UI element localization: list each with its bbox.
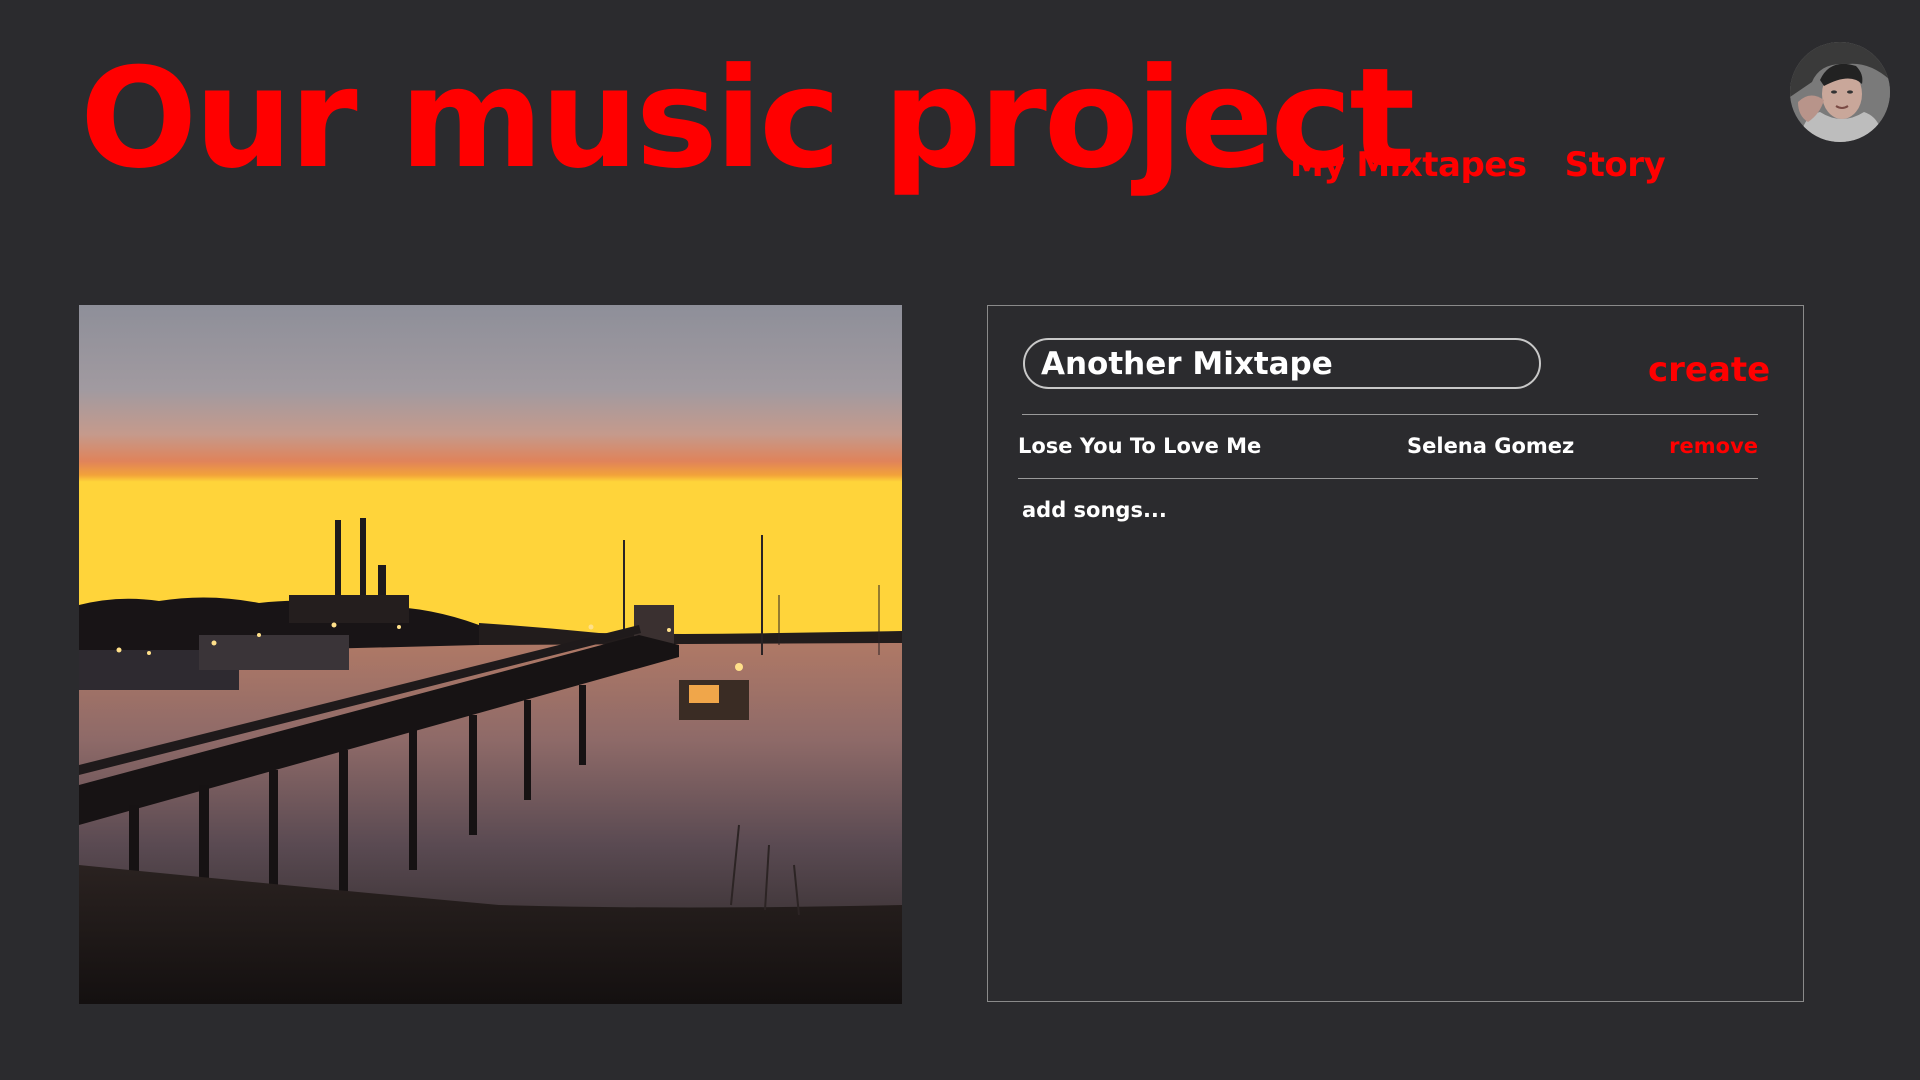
song-title: Lose You To Love Me — [1018, 434, 1262, 458]
nav-my-mixtapes[interactable]: My Mixtapes — [1290, 145, 1527, 185]
remove-song-button[interactable]: remove — [1669, 434, 1758, 458]
song-row: Lose You To Love Me Selena Gomez remove — [1018, 434, 1758, 470]
nav-story[interactable]: Story — [1565, 145, 1666, 185]
add-songs-link[interactable]: add songs... — [1022, 498, 1167, 522]
sunset-harbor-photo-icon — [79, 305, 902, 1004]
avatar[interactable] — [1790, 42, 1890, 142]
create-button[interactable]: create — [1648, 350, 1770, 390]
page: Our music project My Mixtapes Story Anot… — [0, 0, 1920, 1080]
mixtape-name-input[interactable] — [1023, 338, 1541, 389]
header-divider — [1022, 414, 1758, 415]
site-title: Our music project — [80, 38, 1415, 199]
main-nav: My Mixtapes Story — [1290, 145, 1666, 185]
song-artist: Selena Gomez — [1407, 434, 1575, 458]
mixtape-cover-image — [79, 305, 902, 1004]
user-avatar-icon — [1790, 42, 1890, 142]
mixtape-editor-panel: create Lose You To Love Me Selena Gomez … — [987, 305, 1804, 1002]
song-divider — [1018, 478, 1758, 479]
